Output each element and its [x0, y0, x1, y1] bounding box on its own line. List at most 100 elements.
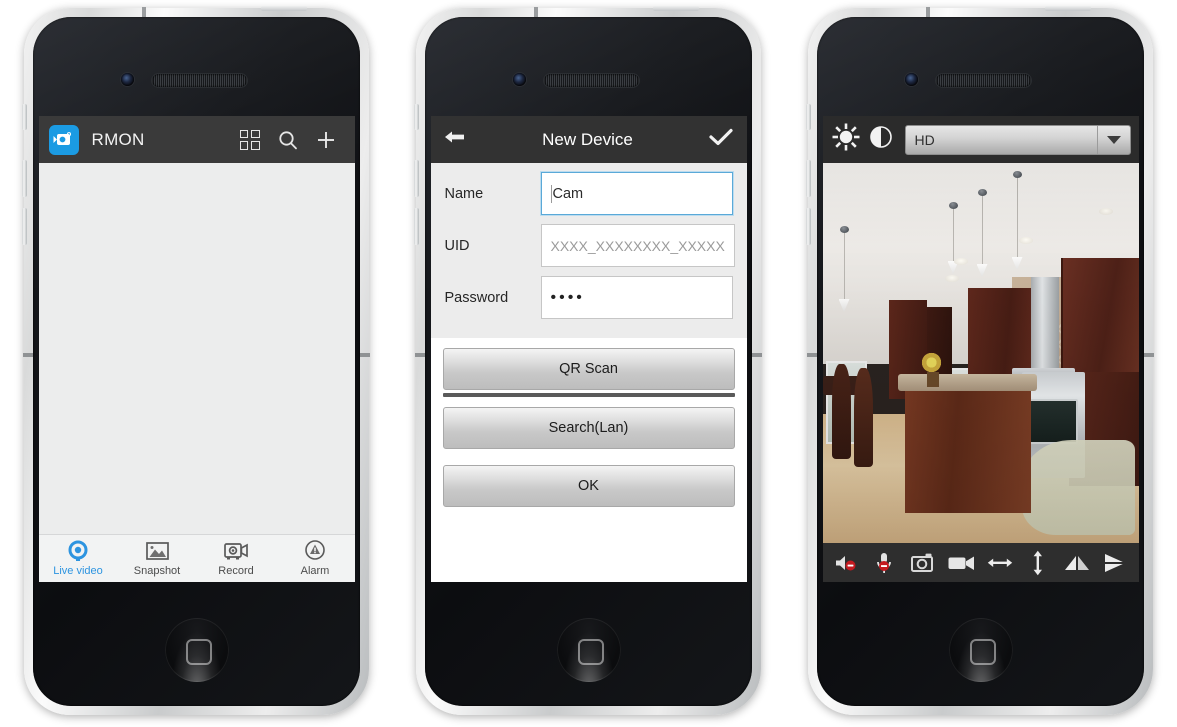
pan-vertical-button[interactable]: [1023, 549, 1053, 577]
tab-record[interactable]: Record: [197, 538, 275, 577]
snapshot-icon: [118, 538, 196, 564]
form-row-password: Password ••••: [431, 276, 747, 319]
device-form: Name Cam UID XXXX_XXXXXXXX_XXXXX Passwor…: [430, 163, 747, 338]
camcorder-icon: [948, 556, 975, 570]
phone-live-view: HD: [806, 6, 1154, 715]
alarm-icon: [276, 538, 354, 564]
volume-down-button[interactable]: [414, 208, 419, 245]
screenshot-stage: RMON Live video Snapshot Record Alarm Ne…: [0, 0, 1177, 727]
mute-switch[interactable]: [22, 104, 27, 130]
microphone-mute-button[interactable]: [869, 549, 899, 577]
antenna-notch-right: [1144, 353, 1154, 357]
antenna-notch: [926, 7, 930, 17]
form-row-name: Name Cam: [431, 172, 747, 215]
camera-icon: [910, 553, 933, 572]
tab-snapshot[interactable]: Snapshot: [118, 538, 196, 577]
volume-down-button[interactable]: [22, 208, 27, 245]
mute-switch[interactable]: [806, 104, 811, 130]
volume-up-button[interactable]: [414, 160, 419, 197]
home-button[interactable]: [948, 618, 1013, 682]
volume-up-button[interactable]: [806, 160, 811, 197]
bottom-tab-bar: Live video Snapshot Record Alarm: [38, 534, 355, 582]
power-button[interactable]: [261, 6, 307, 11]
tab-label: Snapshot: [133, 565, 181, 577]
search-icon: [278, 130, 297, 149]
home-button[interactable]: [556, 618, 621, 682]
tab-live-video[interactable]: Live video: [39, 538, 117, 577]
mirror-icon: [1064, 555, 1089, 570]
phone-new-device: New Device Name Cam UID XXXX_XXXXXXXX_XX…: [414, 6, 762, 715]
phone-bezel: New Device Name Cam UID XXXX_XXXXXXXX_XX…: [425, 17, 752, 706]
uid-field[interactable]: XXXX_XXXXXXXX_XXXXX: [540, 224, 735, 267]
grid-icon: [239, 129, 260, 150]
mirror-button[interactable]: [1062, 549, 1092, 577]
grid-view-button[interactable]: [231, 121, 269, 159]
antenna-notch: [534, 7, 538, 17]
video-vignette: [822, 163, 1139, 543]
uid-label: UID: [444, 237, 470, 254]
antenna-notch-left: [807, 353, 817, 357]
antenna-notch-right: [360, 353, 370, 357]
tab-label: Record: [218, 565, 254, 577]
video-camera-app-icon: [48, 124, 79, 155]
record-icon: [197, 538, 275, 564]
confirm-button[interactable]: [708, 126, 734, 153]
arrows-horizontal-icon: [987, 558, 1012, 567]
earpiece-speaker: [543, 74, 639, 87]
back-arrow-icon: [444, 131, 464, 143]
tab-label: Alarm: [300, 565, 330, 577]
earpiece-speaker: [151, 74, 247, 87]
search-lan-button[interactable]: Search(Lan): [442, 407, 735, 449]
snapshot-button[interactable]: [908, 549, 938, 577]
phone-bezel: HD: [817, 17, 1144, 706]
name-field[interactable]: Cam: [540, 172, 733, 215]
back-button[interactable]: [443, 127, 467, 152]
front-camera: [904, 73, 918, 86]
volume-up-button[interactable]: [22, 160, 27, 197]
quality-select[interactable]: HD: [904, 124, 1131, 155]
uid-field-placeholder: XXXX_XXXXXXXX_XXXXX: [550, 237, 725, 254]
earpiece-speaker: [935, 74, 1031, 87]
antenna-notch-left: [415, 353, 425, 357]
text-caret: [550, 184, 552, 203]
qr-scan-label: QR Scan: [559, 361, 618, 377]
home-button[interactable]: [164, 618, 229, 682]
video-top-bar: HD: [822, 116, 1139, 163]
contrast-icon: [869, 126, 892, 148]
app-bar: RMON: [38, 116, 355, 163]
nav-bar: New Device: [430, 116, 747, 163]
password-field[interactable]: ••••: [540, 276, 733, 319]
volume-down-button[interactable]: [806, 208, 811, 245]
ok-button[interactable]: OK: [442, 465, 735, 507]
speaker-mute-button[interactable]: [831, 549, 861, 577]
screen-new-device: New Device Name Cam UID XXXX_XXXXXXXX_XX…: [430, 116, 747, 582]
tab-alarm[interactable]: Alarm: [276, 538, 354, 577]
quality-select-value: HD: [914, 131, 935, 148]
app-title: RMON: [91, 129, 145, 149]
page-title: New Device: [542, 129, 633, 149]
brightness-icon: [832, 123, 859, 151]
speaker-mute-icon: [835, 555, 856, 570]
record-button[interactable]: [946, 549, 976, 577]
search-lan-label: Search(Lan): [548, 420, 629, 436]
flip-icon: [1105, 553, 1126, 572]
flip-button[interactable]: [1100, 549, 1130, 577]
live-video-icon: [39, 538, 117, 564]
power-button[interactable]: [1045, 6, 1091, 11]
screen-device-list: RMON Live video Snapshot Record Alarm: [38, 116, 355, 582]
power-button[interactable]: [653, 6, 699, 11]
qr-scan-button[interactable]: QR Scan: [442, 348, 735, 390]
pan-horizontal-button[interactable]: [985, 549, 1015, 577]
add-device-button[interactable]: [307, 121, 345, 159]
form-actions: QR Scan Search(Lan) OK: [430, 348, 747, 507]
device-list-empty: [38, 163, 355, 534]
contrast-button[interactable]: [868, 124, 894, 155]
live-video-feed[interactable]: [822, 163, 1139, 543]
mute-switch[interactable]: [414, 104, 419, 130]
checkmark-icon: [709, 128, 734, 146]
brightness-button[interactable]: [831, 122, 861, 157]
microphone-mute-icon: [877, 552, 892, 573]
search-button[interactable]: [269, 121, 307, 159]
phone-device-list: RMON Live video Snapshot Record Alarm: [22, 6, 370, 715]
plus-icon: [317, 131, 334, 148]
